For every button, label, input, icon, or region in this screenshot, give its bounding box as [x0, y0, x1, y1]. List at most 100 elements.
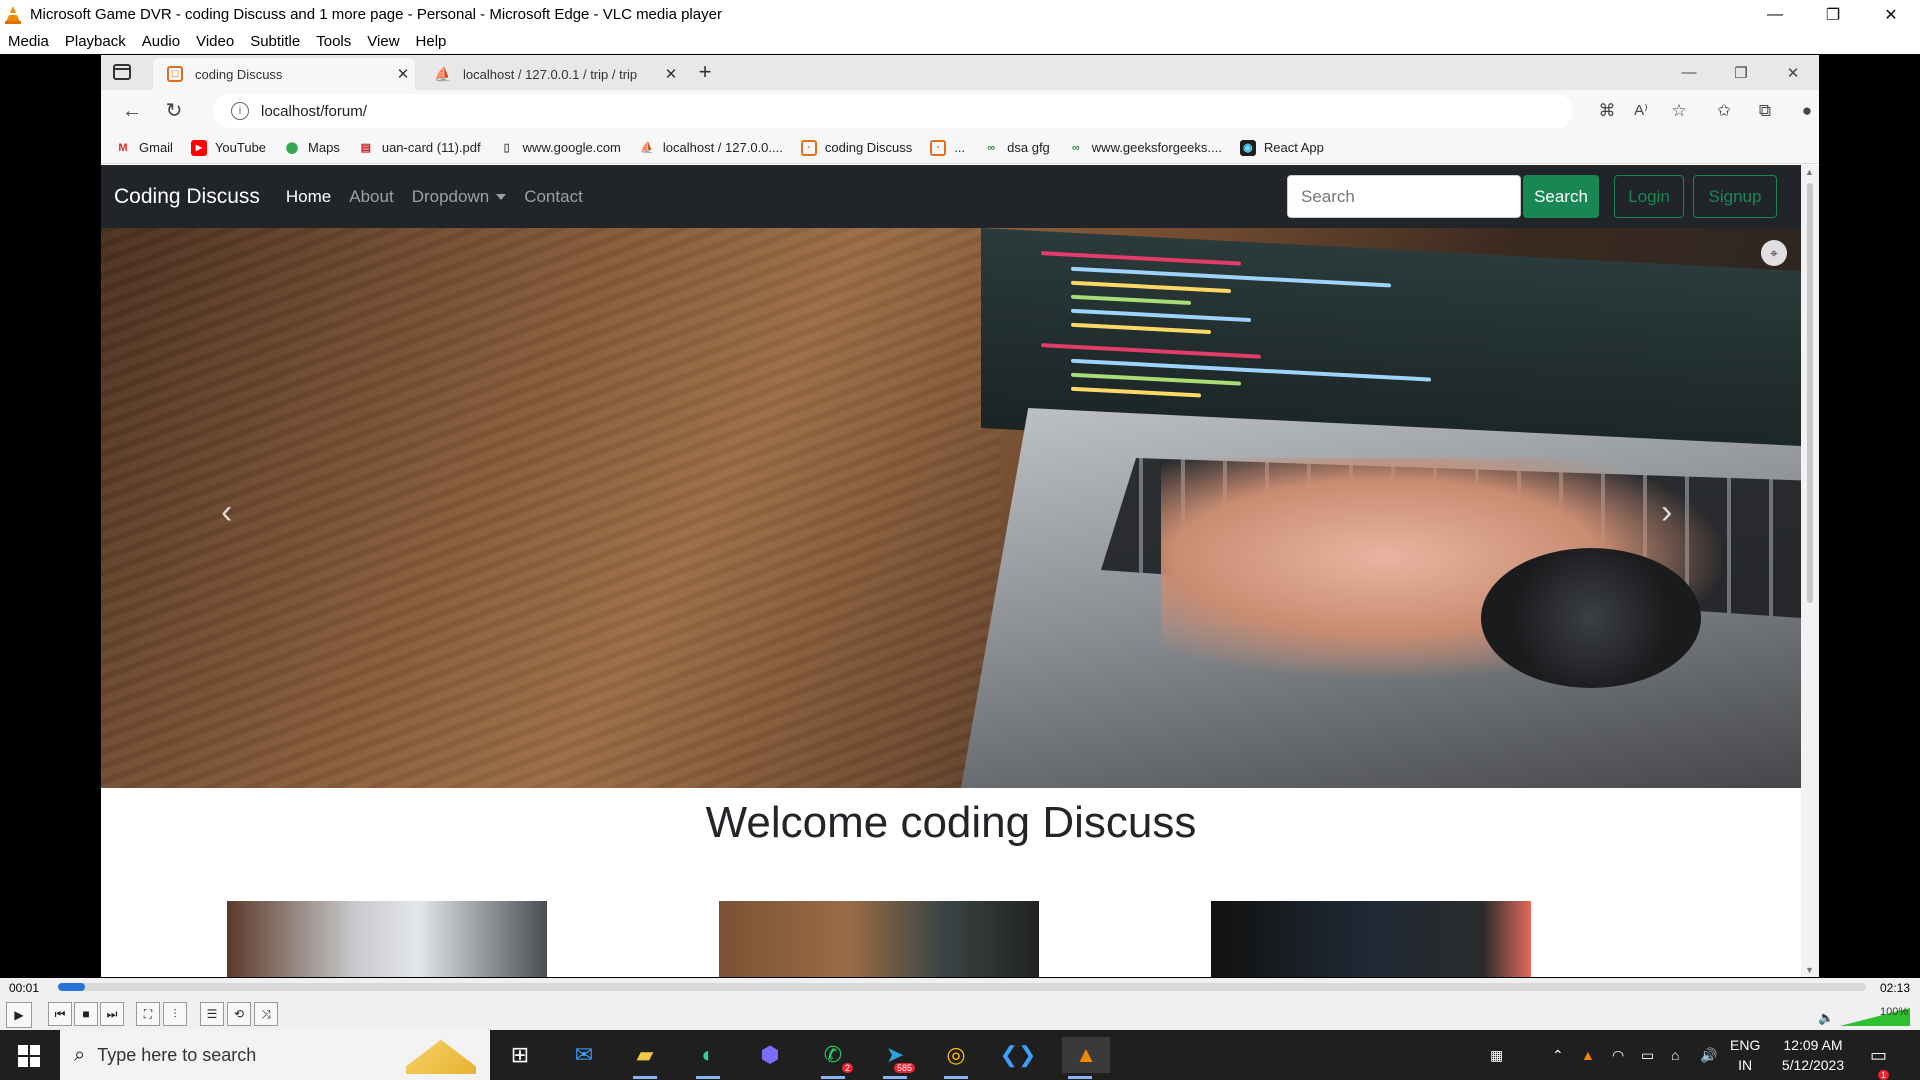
nav-dropdown[interactable]: Dropdown: [412, 187, 507, 207]
bookmark-youtube[interactable]: ▶ YouTube: [190, 139, 266, 156]
menu-playback[interactable]: Playback: [65, 33, 126, 50]
scroll-thumb[interactable]: [1807, 183, 1813, 603]
site-brand[interactable]: Coding Discuss: [114, 185, 260, 209]
telegram-icon[interactable]: ➤ 585: [877, 1037, 915, 1079]
app-icon[interactable]: ⬢: [752, 1037, 788, 1073]
previous-icon[interactable]: ⏮: [48, 1002, 72, 1026]
windows-start-icon[interactable]: [18, 1045, 40, 1067]
taskbar-search-box[interactable]: ⌕ Type here to search: [60, 1030, 490, 1080]
next-icon[interactable]: ⏭: [100, 1002, 124, 1026]
visual-search-icon[interactable]: ⌖: [1761, 240, 1787, 266]
back-arrow-icon[interactable]: ←: [119, 98, 145, 124]
vlc-cone-icon: [5, 5, 21, 24]
tab-coding-discuss[interactable]: ☐ coding Discuss ✕: [153, 58, 415, 90]
notification-center-icon[interactable]: ▭ 1: [1870, 1030, 1890, 1080]
system-clock[interactable]: 12:09 AM 5/12/2023: [1768, 1035, 1858, 1075]
read-aloud-icon[interactable]: A⁾: [1628, 98, 1654, 124]
edge-icon[interactable]: ◐: [690, 1037, 726, 1079]
carousel-next-icon[interactable]: ›: [1661, 493, 1672, 532]
new-tab-icon[interactable]: +: [693, 60, 717, 84]
site-favicon-icon: ☐: [167, 66, 183, 82]
signup-button[interactable]: Signup: [1693, 175, 1777, 218]
tab-phpmyadmin[interactable]: ⛵ localhost / 127.0.0.1 / trip / trip ✕: [421, 58, 683, 90]
refresh-icon[interactable]: ↻: [161, 98, 187, 124]
bookmark-google[interactable]: ▯ www.google.com: [499, 140, 621, 156]
menu-view[interactable]: View: [367, 33, 399, 50]
play-icon[interactable]: ▶: [6, 1002, 32, 1028]
carousel-prev-icon[interactable]: ‹: [221, 493, 232, 532]
menu-media[interactable]: Media: [8, 33, 49, 50]
notification-badge: 1: [1878, 1070, 1890, 1080]
youtube-icon: ▶: [190, 139, 207, 156]
vlc-window: Microsoft Game DVR - coding Discuss and …: [0, 0, 1920, 1080]
menu-tools[interactable]: Tools: [316, 33, 351, 50]
network-icon[interactable]: ⌂: [1671, 1030, 1679, 1080]
nav-home[interactable]: Home: [286, 187, 331, 207]
search-input[interactable]: Search: [1287, 175, 1521, 218]
bookmark-maps[interactable]: ⬤ Maps: [284, 140, 340, 156]
bookmark-site[interactable]: ·...: [930, 139, 965, 156]
profile-avatar-icon[interactable]: ●: [1794, 98, 1819, 124]
close-tab-icon[interactable]: ✕: [659, 65, 683, 83]
phpmyadmin-icon: ⛵: [434, 65, 452, 82]
edge-close-button[interactable]: ✕: [1767, 55, 1819, 90]
menu-video[interactable]: Video: [196, 33, 234, 50]
edge-restore-button[interactable]: ❐: [1715, 55, 1767, 90]
bookmark-gmail[interactable]: M Gmail: [115, 140, 173, 156]
close-button[interactable]: ✕: [1862, 0, 1920, 29]
search-button[interactable]: Search: [1523, 175, 1599, 218]
speaker-icon[interactable]: 🔈: [1818, 1010, 1834, 1026]
extension-icon[interactable]: ⌘: [1594, 98, 1620, 124]
scroll-up-icon[interactable]: ▲: [1805, 167, 1814, 177]
tab-actions-icon[interactable]: [113, 64, 131, 80]
stop-icon[interactable]: ■: [74, 1002, 98, 1026]
hero-carousel: ‹ › ⌖: [101, 228, 1801, 788]
whatsapp-icon[interactable]: ✆ 2: [815, 1037, 853, 1079]
vlc-taskbar-icon[interactable]: ▲: [1062, 1037, 1110, 1079]
phpmyadmin-icon: ⛵: [640, 142, 654, 154]
news-icon[interactable]: ▦: [1490, 1030, 1503, 1080]
file-explorer-icon[interactable]: ▰: [627, 1037, 663, 1079]
close-tab-icon[interactable]: ✕: [391, 65, 415, 83]
extended-settings-icon[interactable]: ⫶: [163, 1002, 187, 1026]
shuffle-icon[interactable]: ⤨: [254, 1002, 278, 1026]
loop-icon[interactable]: ⟲: [227, 1002, 251, 1026]
tab-label: localhost / 127.0.0.1 / trip / trip: [463, 66, 638, 82]
fullscreen-icon[interactable]: ⛶: [136, 1002, 160, 1026]
info-icon[interactable]: i: [231, 102, 249, 120]
vscode-icon[interactable]: ❮❯: [1000, 1037, 1037, 1073]
bookmark-dsa-gfg[interactable]: ∞ dsa gfg: [983, 140, 1050, 156]
scroll-down-icon[interactable]: ▼: [1805, 965, 1814, 975]
wifi-icon[interactable]: ◠: [1612, 1030, 1624, 1080]
language-indicator[interactable]: ENG IN: [1730, 1035, 1760, 1075]
login-button[interactable]: Login: [1614, 175, 1684, 218]
seek-bar[interactable]: [58, 983, 1866, 991]
react-icon: ◉: [1239, 139, 1256, 156]
show-hidden-icons-icon[interactable]: ⌃: [1552, 1030, 1564, 1080]
address-bar[interactable]: i localhost/forum/: [213, 94, 1573, 128]
edge-minimize-button[interactable]: —: [1663, 55, 1715, 90]
bookmark-geeksforgeeks[interactable]: ∞ www.geeksforgeeks....: [1068, 140, 1222, 156]
minimize-button[interactable]: —: [1746, 0, 1804, 29]
menu-audio[interactable]: Audio: [142, 33, 180, 50]
bookmark-localhost[interactable]: ⛵ localhost / 127.0.0....: [639, 140, 783, 156]
favorites-icon[interactable]: ✩: [1711, 98, 1737, 124]
menu-subtitle[interactable]: Subtitle: [250, 33, 300, 50]
task-view-icon[interactable]: ⊞: [502, 1037, 538, 1073]
restore-button[interactable]: ❐: [1804, 0, 1862, 29]
menu-help[interactable]: Help: [416, 33, 447, 50]
playlist-icon[interactable]: ☰: [200, 1002, 224, 1026]
add-favorite-icon[interactable]: ☆: [1666, 98, 1692, 124]
bookmark-pdf[interactable]: ▤ uan-card (11).pdf: [358, 140, 481, 156]
nav-about[interactable]: About: [349, 187, 393, 207]
chrome-icon[interactable]: ◎: [938, 1037, 974, 1079]
battery-icon[interactable]: ▭: [1641, 1030, 1654, 1080]
page-scrollbar[interactable]: ▲ ▼: [1801, 165, 1819, 977]
bookmark-coding-discuss[interactable]: · coding Discuss: [800, 139, 912, 156]
mail-icon[interactable]: ✉: [566, 1037, 602, 1073]
nav-contact[interactable]: Contact: [524, 187, 583, 207]
volume-icon[interactable]: 🔊: [1700, 1030, 1717, 1080]
vlc-tray-icon[interactable]: ▲: [1581, 1030, 1595, 1080]
bookmark-react-app[interactable]: ◉ React App: [1239, 139, 1324, 156]
collections-icon[interactable]: ⧉: [1752, 98, 1778, 124]
